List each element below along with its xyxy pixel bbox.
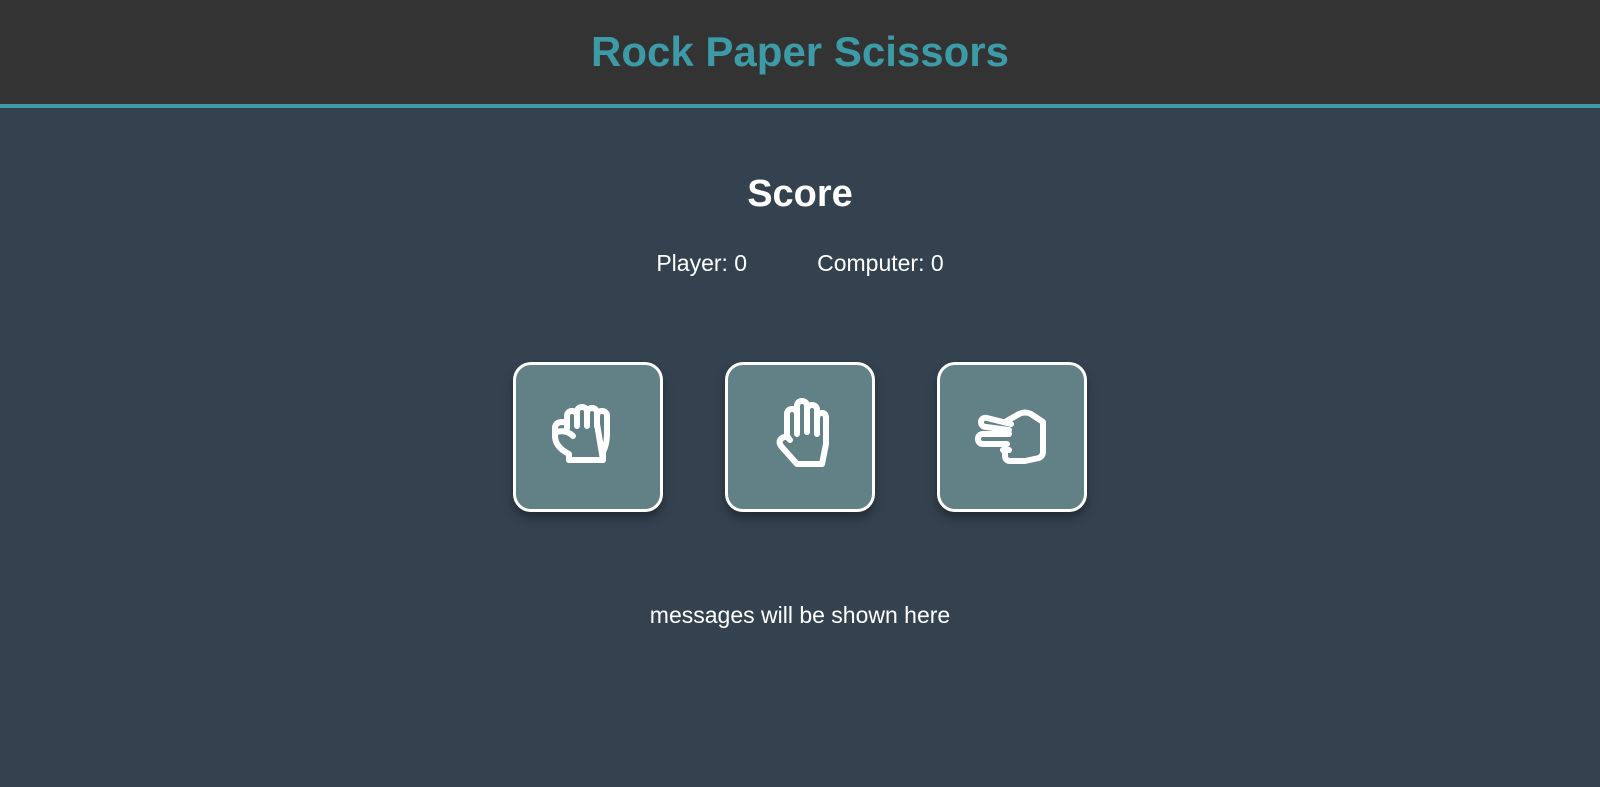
computer-score: Computer: 0 xyxy=(817,250,944,276)
paper-button[interactable] xyxy=(725,362,875,512)
choice-buttons xyxy=(0,362,1600,512)
hand-fist-icon xyxy=(552,404,610,463)
hand-open-icon xyxy=(776,398,829,467)
game-area: Score Player: 0 Computer: 0 messages wil… xyxy=(0,108,1600,630)
app-title: Rock Paper Scissors xyxy=(591,28,1009,75)
game-message: messages will be shown here xyxy=(649,602,951,628)
score-heading: Score xyxy=(747,173,853,215)
scissors-button[interactable] xyxy=(937,362,1087,512)
hand-scissors-icon xyxy=(975,409,1046,464)
scoreboard: Player: 0 Computer: 0 xyxy=(0,248,1600,278)
player-score: Player: 0 xyxy=(656,250,748,276)
rock-button[interactable] xyxy=(513,362,663,512)
app-header: Rock Paper Scissors xyxy=(0,0,1600,108)
